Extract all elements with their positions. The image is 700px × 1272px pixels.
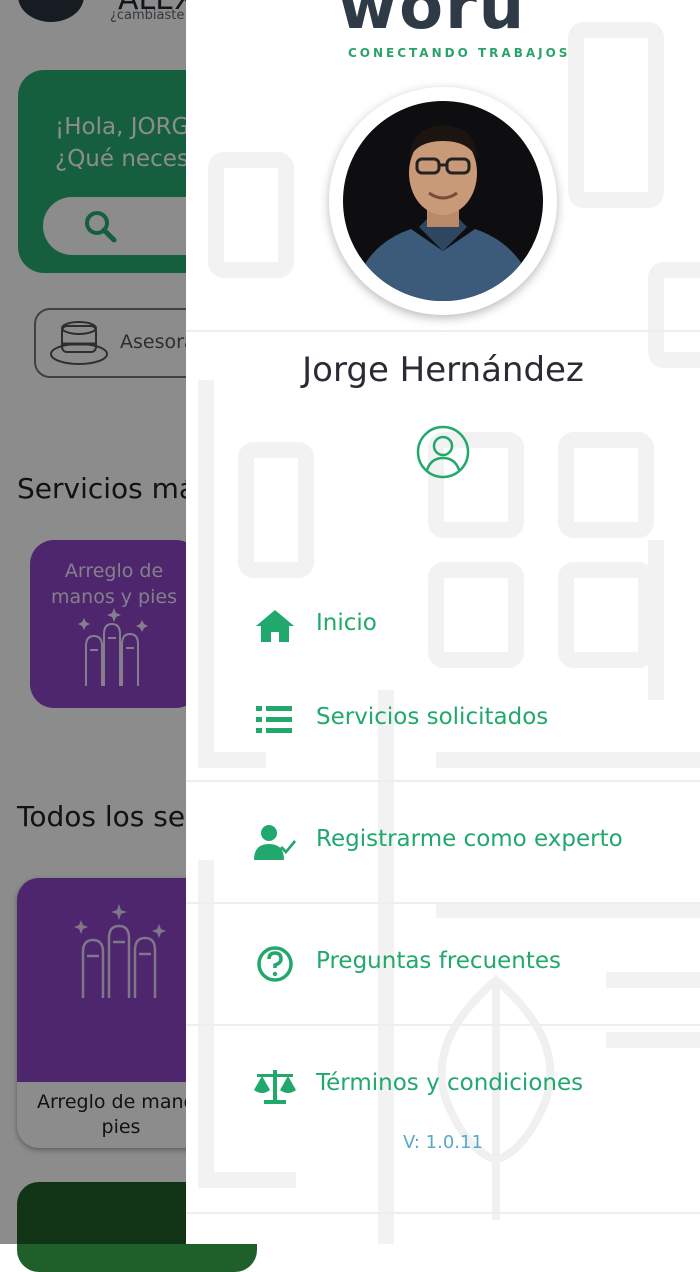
menu-item-preguntas-frecuentes[interactable]: Preguntas frecuentes	[246, 934, 686, 994]
list-icon	[256, 706, 292, 733]
menu-item-label: Servicios solicitados	[316, 704, 549, 730]
divider	[186, 330, 700, 332]
user-name: Jorge Hernández	[302, 350, 584, 390]
menu-item-label: Inicio	[316, 610, 377, 636]
profile-photo[interactable]	[329, 87, 557, 315]
divider	[186, 902, 700, 904]
menu-item-inicio[interactable]: Inicio	[246, 596, 686, 656]
navigation-drawer: woru CONECTANDO TRABAJOS Jorge Hernández	[186, 0, 700, 1244]
app-version: V: 1.0.11	[403, 1132, 483, 1153]
menu-item-label: Términos y condiciones	[316, 1070, 584, 1096]
menu-item-servicios-solicitados[interactable]: Servicios solicitados	[246, 690, 686, 750]
brand-tagline: CONECTANDO TRABAJOS	[348, 46, 571, 60]
menu-item-label: Preguntas frecuentes	[316, 948, 562, 974]
user-profile-icon[interactable]	[415, 424, 471, 480]
divider	[186, 1212, 700, 1214]
menu-item-label: Registrarme como experto	[316, 826, 623, 852]
menu-item-registrarme-como-experto[interactable]: Registrarme como experto	[246, 812, 686, 872]
menu-item-terminos-y-condiciones[interactable]: Términos y condiciones	[246, 1056, 686, 1116]
brand-logo: woru	[338, 0, 527, 44]
user-check-icon	[254, 825, 296, 860]
divider	[186, 780, 700, 782]
divider	[186, 1024, 700, 1026]
profile-photo-image	[343, 101, 543, 301]
question-circle-icon	[257, 946, 293, 982]
scale-icon	[254, 1070, 296, 1104]
home-icon	[256, 610, 294, 642]
